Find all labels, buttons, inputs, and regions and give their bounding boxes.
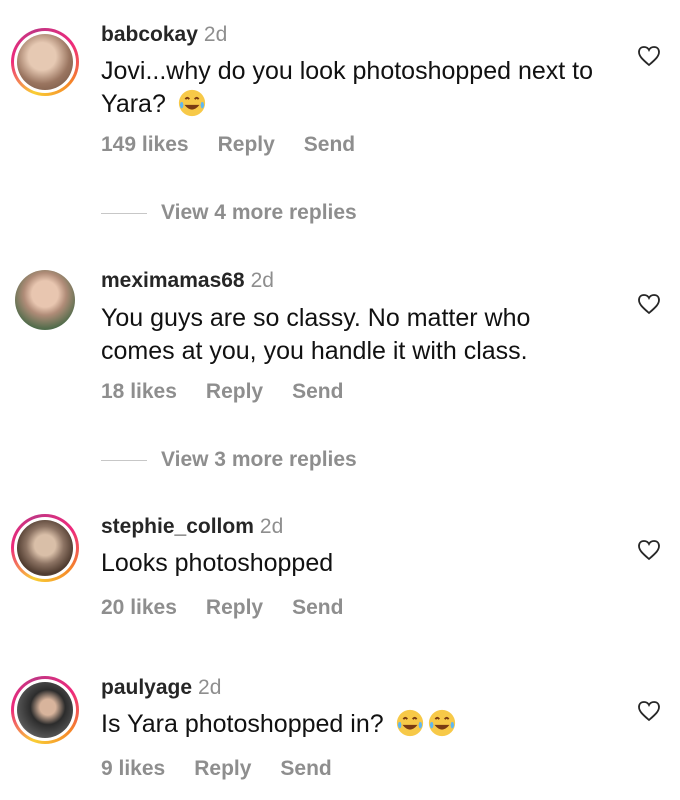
avatar[interactable] bbox=[11, 266, 79, 334]
replies-divider bbox=[101, 212, 147, 214]
view-replies-button[interactable]: View 4 more replies bbox=[101, 200, 357, 226]
username[interactable]: babcokay bbox=[101, 23, 198, 46]
likes-count[interactable]: 9 likes bbox=[101, 757, 165, 780]
heart-outline-icon[interactable] bbox=[637, 293, 661, 315]
username-line: meximamas68 2d bbox=[101, 268, 274, 294]
reply-button[interactable]: Reply bbox=[218, 133, 275, 156]
reply-button[interactable]: Reply bbox=[206, 380, 263, 403]
comment-text: Looks photoshopped bbox=[101, 547, 601, 580]
tears-of-joy-emoji-icon bbox=[428, 709, 455, 737]
send-button[interactable]: Send bbox=[280, 757, 331, 780]
view-replies-label[interactable]: View 3 more replies bbox=[161, 448, 357, 471]
comment-actions: 149 likes Reply Send bbox=[101, 132, 384, 158]
comment-body: Jovi...why do you look photoshopped next… bbox=[101, 57, 593, 118]
reply-button[interactable]: Reply bbox=[206, 596, 263, 619]
view-replies-button[interactable]: View 3 more replies bbox=[101, 447, 357, 473]
comment-body: Looks photoshopped bbox=[101, 549, 334, 577]
comment-body: You guys are so classy. No matter who co… bbox=[101, 304, 531, 365]
avatar[interactable] bbox=[11, 28, 79, 96]
likes-count[interactable]: 149 likes bbox=[101, 133, 189, 156]
heart-outline-icon[interactable] bbox=[637, 539, 661, 561]
heart-outline-icon[interactable] bbox=[637, 700, 661, 722]
comment-actions: 20 likes Reply Send bbox=[101, 595, 372, 621]
comment-text: Jovi...why do you look photoshopped next… bbox=[101, 55, 601, 121]
comment-text: Is Yara photoshopped in? bbox=[101, 708, 601, 741]
username[interactable]: paulyage bbox=[101, 676, 192, 699]
comment-text: You guys are so classy. No matter who co… bbox=[101, 302, 601, 368]
timestamp: 2d bbox=[198, 676, 222, 699]
username-line: babcokay 2d bbox=[101, 22, 227, 48]
username-line: paulyage 2d bbox=[101, 675, 221, 701]
tears-of-joy-emoji-icon bbox=[396, 709, 423, 737]
tears-of-joy-emoji-icon bbox=[178, 89, 205, 117]
comment-actions: 9 likes Reply Send bbox=[101, 756, 361, 782]
timestamp: 2d bbox=[250, 269, 274, 292]
likes-count[interactable]: 20 likes bbox=[101, 596, 177, 619]
send-button[interactable]: Send bbox=[304, 133, 355, 156]
avatar[interactable] bbox=[11, 676, 79, 744]
heart-outline-icon[interactable] bbox=[637, 45, 661, 67]
avatar[interactable] bbox=[11, 514, 79, 582]
comment-body: Is Yara photoshopped in? bbox=[101, 710, 384, 738]
reply-button[interactable]: Reply bbox=[194, 757, 251, 780]
username[interactable]: stephie_collom bbox=[101, 515, 254, 538]
comment-actions: 18 likes Reply Send bbox=[101, 379, 372, 405]
username-line: stephie_collom 2d bbox=[101, 514, 283, 540]
view-replies-label[interactable]: View 4 more replies bbox=[161, 201, 357, 224]
send-button[interactable]: Send bbox=[292, 380, 343, 403]
username[interactable]: meximamas68 bbox=[101, 269, 245, 292]
send-button[interactable]: Send bbox=[292, 596, 343, 619]
replies-divider bbox=[101, 459, 147, 461]
timestamp: 2d bbox=[259, 515, 284, 538]
likes-count[interactable]: 18 likes bbox=[101, 380, 177, 403]
timestamp: 2d bbox=[203, 23, 228, 46]
